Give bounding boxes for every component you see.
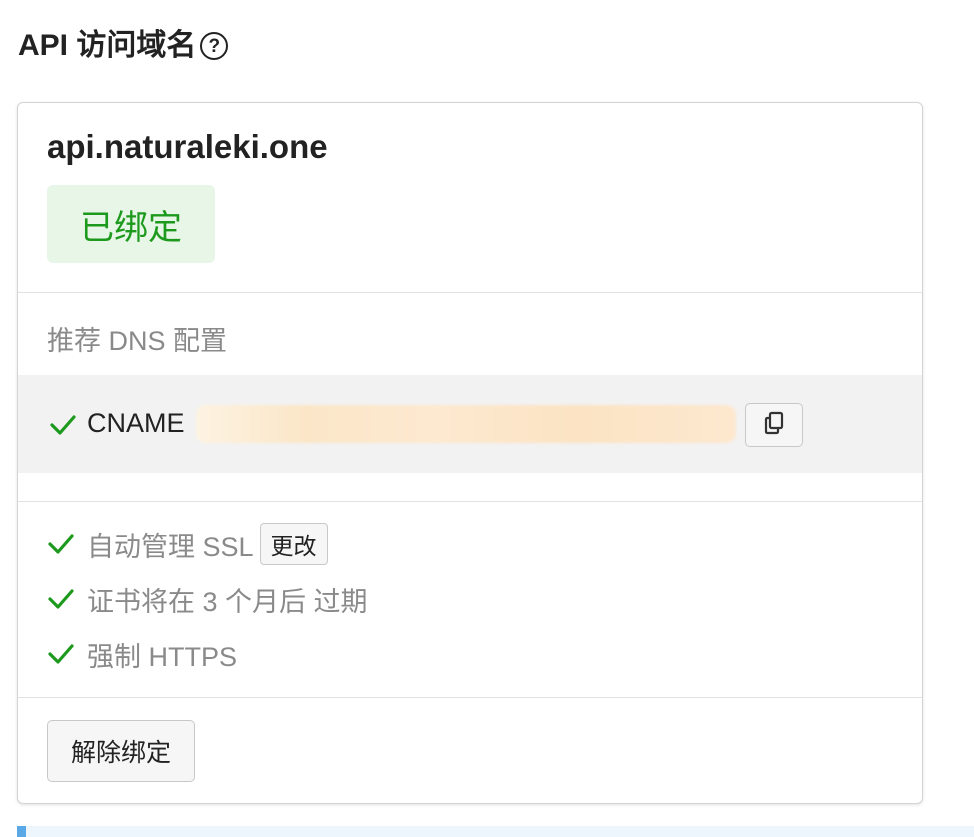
dns-record-value: [196, 405, 736, 443]
feature-cert-expiry: 证书将在 3 个月后 过期: [47, 577, 368, 621]
check-icon: [47, 531, 75, 557]
section-title: API 访问域名 ?: [18, 24, 229, 68]
change-ssl-button[interactable]: 更改: [259, 523, 328, 565]
dns-config-label: 推荐 DNS 配置: [47, 326, 228, 356]
check-icon: [47, 586, 75, 612]
feature-ssl: 自动管理 SSL 更改: [47, 522, 328, 566]
dns-record-row: CNAME: [18, 375, 922, 473]
feature-force-https-text: 强制 HTTPS: [87, 641, 238, 672]
status-badge: 已绑定: [47, 185, 215, 263]
info-banner-edge: [17, 826, 974, 837]
copy-button[interactable]: [745, 403, 803, 447]
divider: [18, 697, 922, 698]
section-title-text: API 访问域名: [18, 29, 197, 62]
check-icon: [49, 412, 77, 438]
divider: [18, 501, 922, 502]
info-banner-accent: [17, 826, 26, 837]
feature-force-https: 强制 HTTPS: [47, 632, 237, 676]
divider: [18, 292, 922, 293]
question-circle-icon[interactable]: ?: [200, 32, 229, 60]
domain-card: api.naturaleki.one 已绑定 推荐 DNS 配置 CNAME 自…: [17, 102, 923, 804]
feature-cert-expiry-text: 证书将在 3 个月后 过期: [87, 586, 368, 617]
check-icon: [47, 641, 75, 667]
copy-icon: [762, 410, 786, 441]
feature-ssl-text: 自动管理 SSL: [87, 531, 254, 562]
domain-name: api.naturaleki.one: [47, 128, 328, 165]
unbind-button[interactable]: 解除绑定: [47, 720, 195, 782]
dns-record-type: CNAME: [87, 408, 185, 438]
api-domain-page: API 访问域名 ? api.naturaleki.one 已绑定 推荐 DNS…: [0, 0, 974, 837]
